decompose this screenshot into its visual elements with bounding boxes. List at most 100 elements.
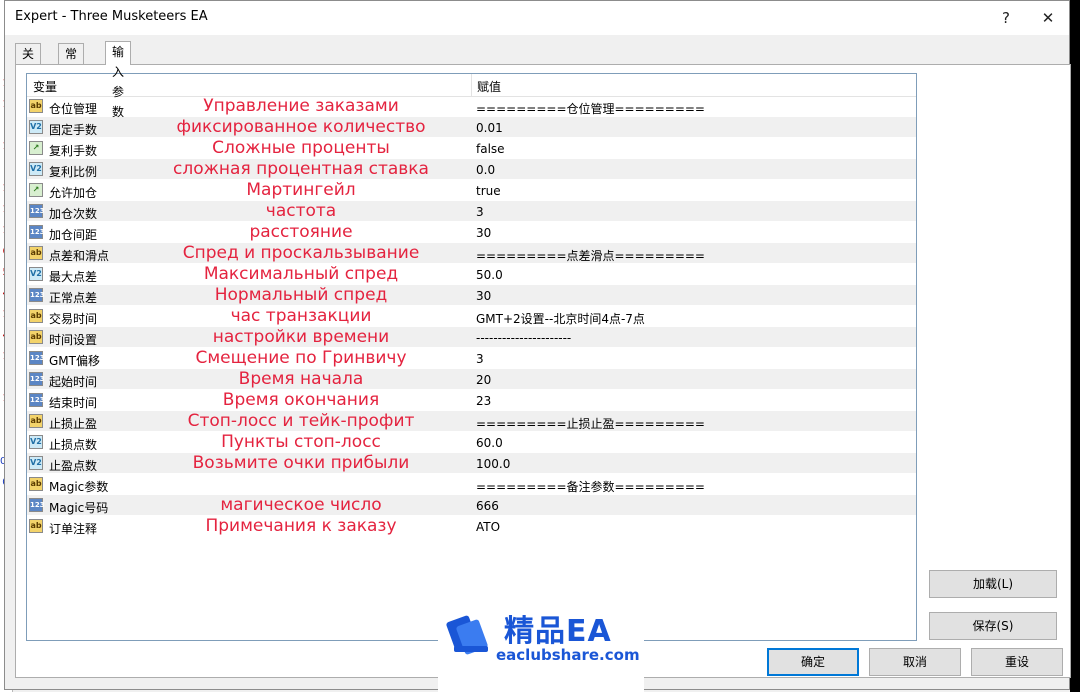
- parameter-annotation: Примечания к заказу: [205, 516, 397, 536]
- tab-common[interactable]: 常用: [58, 43, 85, 81]
- parameter-value[interactable]: 60.0: [476, 436, 503, 450]
- tab-inputs[interactable]: 输入参数: [105, 41, 132, 119]
- parameter-annotation: Спред и проскальзывание: [182, 243, 420, 263]
- parameter-name: 允许加仓: [49, 186, 98, 200]
- parameter-value[interactable]: =========点差滑点=========: [476, 247, 705, 264]
- double-type-icon: V2: [29, 162, 43, 176]
- grid-header: 变量 赋值: [27, 74, 916, 97]
- close-icon[interactable]: ✕: [1035, 6, 1061, 30]
- parameter-row[interactable]: V2 止损点数 Пункты стоп-лосс 60.0: [27, 432, 916, 453]
- load-button[interactable]: 加载(L): [929, 570, 1057, 598]
- parameter-row[interactable]: ↗ 允许加仓 Мартингейл true: [27, 180, 916, 201]
- parameter-row[interactable]: 123 加仓间距 расстояние 30: [27, 222, 916, 243]
- parameter-row[interactable]: 123 加仓次数 частота 3: [27, 201, 916, 222]
- parameter-row[interactable]: ab 订单注释 Примечания к заказу ATO: [27, 516, 916, 537]
- bool-type-icon: ↗: [29, 141, 43, 155]
- parameter-name: 止损止盈: [49, 417, 98, 431]
- parameter-annotation: расстояние: [249, 222, 353, 242]
- integer-type-icon: 123: [29, 393, 45, 407]
- parameter-annotation: Сложные проценты: [212, 138, 390, 158]
- save-button[interactable]: 保存(S): [929, 612, 1057, 640]
- parameter-annotation: сложная процентная ставка: [173, 159, 429, 179]
- parameter-row[interactable]: V2 固定手数 фиксированное количество 0.01: [27, 117, 916, 138]
- integer-type-icon: 123: [29, 351, 45, 365]
- parameter-row[interactable]: ab Magic参数 =========备注参数=========: [27, 474, 916, 495]
- parameter-name: GMT偏移: [49, 354, 100, 368]
- window-title: Expert - Three Musketeers EA: [15, 9, 208, 24]
- cancel-button[interactable]: 取消: [869, 648, 961, 676]
- parameter-value[interactable]: =========止损止盈=========: [476, 415, 705, 432]
- integer-type-icon: 123: [29, 225, 45, 239]
- parameter-row[interactable]: 123 结束时间 Время окончания 23: [27, 390, 916, 411]
- parameter-row[interactable]: ab 交易时间 час транзакции GMT+2设置--北京时间4点-7点: [27, 306, 916, 327]
- parameter-value[interactable]: 3: [476, 352, 484, 366]
- parameter-value[interactable]: 30: [476, 226, 491, 240]
- parameter-name: 止损点数: [49, 438, 98, 452]
- expert-dialog: Expert - Three Musketeers EA ? ✕ 关于 常用 输…: [4, 0, 1071, 690]
- parameter-annotation: Время начала: [238, 369, 364, 389]
- parameter-row[interactable]: ab 时间设置 настройки времени -----------------…: [27, 327, 916, 348]
- parameter-annotation: фиксированное количество: [176, 117, 426, 137]
- parameter-value[interactable]: 0.0: [476, 163, 495, 177]
- parameter-name: 固定手数: [49, 123, 98, 137]
- watermark: 精品EA eaclubshare.com: [438, 590, 644, 692]
- parameter-value[interactable]: true: [476, 184, 501, 198]
- parameter-row[interactable]: ab 仓位管理 Управление заказами =========仓位管理==…: [27, 96, 916, 117]
- column-header-variable[interactable]: 变量: [33, 78, 57, 95]
- parameter-annotation: Смещение по Гринвичу: [195, 348, 407, 368]
- column-divider: [471, 74, 472, 96]
- parameter-name: 复利比例: [49, 165, 98, 179]
- parameter-annotation: Стоп-лосс и тейк-профит: [187, 411, 415, 431]
- parameter-value[interactable]: =========仓位管理=========: [476, 100, 705, 117]
- parameter-name: 起始时间: [49, 375, 98, 389]
- parameter-value[interactable]: 666: [476, 499, 499, 513]
- ok-button[interactable]: 确定: [767, 648, 859, 676]
- string-type-icon: ab: [29, 477, 43, 491]
- integer-type-icon: 123: [29, 204, 45, 218]
- double-type-icon: V2: [29, 267, 43, 281]
- parameter-annotation: Максимальный спред: [203, 264, 399, 284]
- string-type-icon: ab: [29, 309, 43, 323]
- parameter-row[interactable]: V2 复利比例 сложная процентная ставка 0.0: [27, 159, 916, 180]
- parameter-value[interactable]: 23: [476, 394, 491, 408]
- parameter-value[interactable]: 50.0: [476, 268, 503, 282]
- parameter-row[interactable]: ab 止损止盈 Стоп-лосс и тейк-профит =========止损…: [27, 411, 916, 432]
- parameter-value[interactable]: 20: [476, 373, 491, 387]
- parameter-row[interactable]: ↗ 复利手数 Сложные проценты false: [27, 138, 916, 159]
- parameter-row[interactable]: V2 最大点差 Максимальный спред 50.0: [27, 264, 916, 285]
- parameter-value[interactable]: 0.01: [476, 121, 503, 135]
- parameter-value[interactable]: 30: [476, 289, 491, 303]
- reset-button[interactable]: 重设: [971, 648, 1063, 676]
- parameter-name: 加仓次数: [49, 207, 98, 221]
- parameter-row[interactable]: 123 Magic号码 магическое число 666: [27, 495, 916, 516]
- integer-type-icon: 123: [29, 498, 45, 512]
- double-type-icon: V2: [29, 120, 43, 134]
- parameter-value[interactable]: 100.0: [476, 457, 510, 471]
- column-header-value[interactable]: 赋值: [477, 78, 501, 95]
- parameter-value[interactable]: 3: [476, 205, 484, 219]
- help-icon[interactable]: ?: [993, 6, 1019, 30]
- parameter-name: 时间设置: [49, 333, 98, 347]
- parameter-row[interactable]: 123 起始时间 Время начала 20: [27, 369, 916, 390]
- parameter-name: 结束时间: [49, 396, 98, 410]
- parameter-value[interactable]: GMT+2设置--北京时间4点-7点: [476, 310, 645, 327]
- parameter-row[interactable]: 123 正常点差 Нормальный спред 30: [27, 285, 916, 306]
- parameter-annotation: Нормальный спред: [214, 285, 388, 305]
- inputs-panel: 变量 赋值 ab 仓位管理 Управление заказами =========…: [15, 64, 1071, 678]
- parameter-annotation: частота: [265, 201, 337, 221]
- parameter-annotation: час транзакции: [230, 306, 372, 326]
- parameter-row[interactable]: 123 GMT偏移 Смещение по Гринвичу 3: [27, 348, 916, 369]
- parameter-row[interactable]: V2 止盈点数 Возьмите очки прибыли 100.0: [27, 453, 916, 474]
- watermark-logo-icon: [446, 615, 488, 655]
- parameter-value[interactable]: ----------------------: [476, 331, 571, 345]
- watermark-subtitle: eaclubshare.com: [496, 646, 640, 664]
- parameter-value[interactable]: =========备注参数=========: [476, 478, 705, 495]
- tab-about[interactable]: 关于: [15, 43, 42, 81]
- parameter-value[interactable]: ATO: [476, 520, 500, 534]
- string-type-icon: ab: [29, 414, 43, 428]
- parameter-name: 订单注释: [49, 522, 98, 536]
- parameter-annotation: настройки времени: [212, 327, 390, 347]
- parameter-name: 复利手数: [49, 144, 98, 158]
- parameter-value[interactable]: false: [476, 142, 505, 156]
- parameter-row[interactable]: ab 点差和滑点 Спред и проскальзывание =========点…: [27, 243, 916, 264]
